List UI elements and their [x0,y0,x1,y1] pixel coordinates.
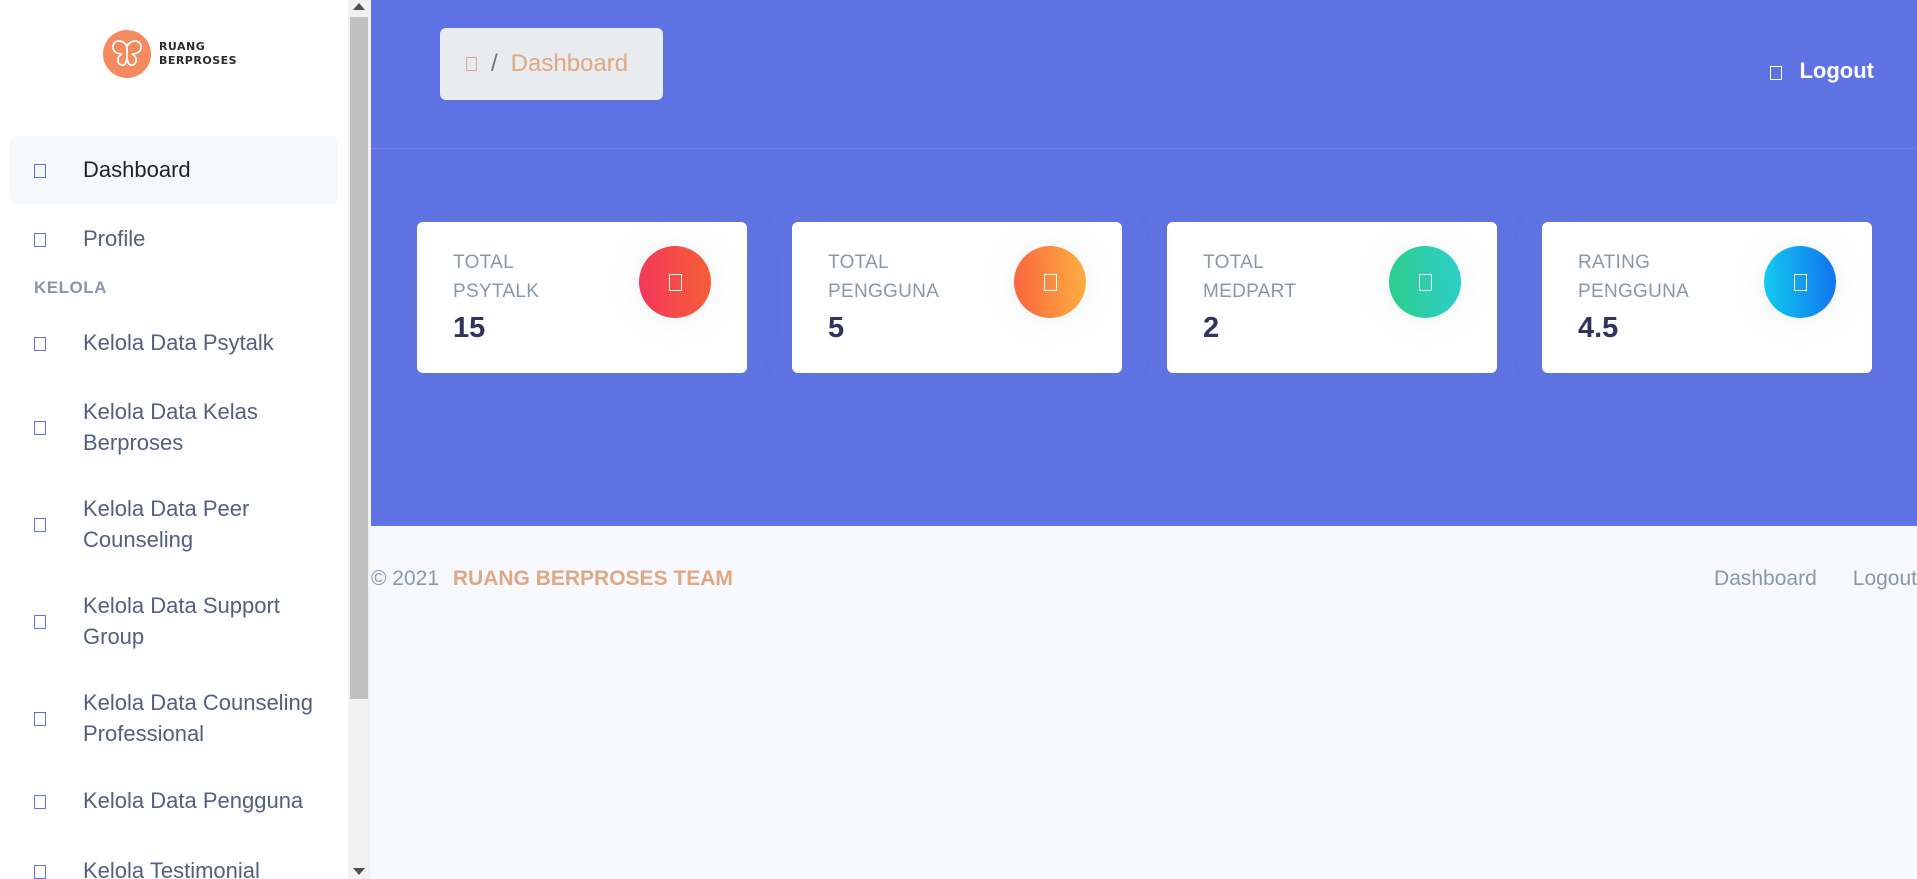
sidebar-nav: Dashboard Profile KELOLA Kelola Data Psy… [0,108,348,879]
sidebar-item-label: Kelola Data Peer Counseling [83,495,250,552]
sidebar-item-kelas-berproses[interactable]: Kelola Data Kelas Berproses [10,378,338,475]
home-icon[interactable] [466,57,477,71]
sidebar-item-peer-counseling[interactable]: Kelola Data Peer Counseling [10,475,338,572]
chat-icon [668,273,682,291]
scrollbar-thumb[interactable] [350,17,368,699]
butterfly-logo-icon [102,30,151,78]
stat-card-psytalk: TOTAL PSYTALK 15 [417,222,747,373]
scroll-down-arrow-icon[interactable] [353,868,365,875]
sidebar-item-label: Kelola Data Support Group [83,592,280,649]
footer-link-dashboard[interactable]: Dashboard [1714,567,1817,591]
sidebar-item-pengguna[interactable]: Kelola Data Pengguna [10,766,338,836]
stat-icon-circle [1014,246,1086,318]
logout-label: Logout [1799,58,1874,83]
logout-icon [1770,65,1783,80]
sidebar-heading-kelola: KELOLA [34,278,107,297]
sidebar-item-profile[interactable]: Profile [10,204,338,274]
footer: © 2021 RUANG BERPROSES TEAM Dashboard Lo… [371,567,1917,597]
stat-title: TOTAL MEDPART [1203,252,1297,302]
stat-card-rating: RATING PENGGUNA 4.5 [1542,222,1872,373]
brand-line1: RUANG [158,40,206,53]
stat-card-pengguna: TOTAL PENGGUNA 5 [792,222,1122,373]
users-icon [1043,273,1057,291]
sidebar-item-label: Kelola Testimonial [83,858,260,879]
stat-value: 2 [1203,312,1220,344]
sidebar-item-counseling-professional[interactable]: Kelola Data Counseling Professional [10,669,338,766]
stat-value: 5 [828,312,845,344]
brand-line2: BERPROSES [158,54,238,67]
stat-title: RATING PENGGUNA [1578,252,1690,302]
sidebar-item-dashboard[interactable]: Dashboard [10,136,338,204]
stat-value: 15 [453,312,486,344]
peer-icon [34,517,46,532]
stat-icon-circle [1389,246,1461,318]
copyright-text: © 2021 [371,567,440,590]
users-icon [34,795,46,809]
stat-title: TOTAL PSYTALK [453,252,540,302]
sidebar-item-label: Kelola Data Counseling Professional [83,689,313,746]
sidebar-item-support-group[interactable]: Kelola Data Support Group [10,572,338,669]
testimonial-icon [34,865,46,879]
logout-button[interactable]: Logout [1770,58,1874,84]
star-icon [1793,273,1807,291]
sidebar-item-psytalk[interactable]: Kelola Data Psytalk [10,308,338,378]
sidebar-scrollbar[interactable] [348,0,370,879]
breadcrumb-separator: / [491,50,498,77]
sidebar-item-label: Profile [83,226,146,251]
user-icon [34,233,46,247]
brand: RUANG BERPROSES [0,0,348,108]
sidebar: RUANG BERPROSES Dashboard Profile KELOLA… [0,0,348,879]
class-icon [34,420,46,435]
stat-icon-circle [639,246,711,318]
breadcrumb-current: Dashboard [510,50,629,77]
brand-logo-link[interactable]: RUANG BERPROSES [102,30,237,78]
stat-value: 4.5 [1578,312,1619,344]
stat-icon-circle [1764,246,1836,318]
scroll-up-arrow-icon[interactable] [353,3,365,10]
partner-icon [1418,273,1432,291]
group-icon [34,614,46,629]
stat-title: TOTAL PENGGUNA [828,252,940,302]
sidebar-item-label: Kelola Data Pengguna [83,788,304,813]
stat-card-medpart: TOTAL MEDPART 2 [1167,222,1497,373]
footer-copyright: © 2021 RUANG BERPROSES TEAM [371,567,733,591]
sidebar-item-label: Kelola Data Psytalk [83,330,274,355]
main-header: / Dashboard Logout TOTAL PSYTALK 15 TOTA… [371,0,1917,526]
chat-icon [34,337,46,351]
sidebar-item-label: Kelola Data Kelas Berproses [83,398,258,455]
footer-link-logout[interactable]: Logout [1853,567,1917,591]
header-divider [371,148,1917,149]
breadcrumb: / Dashboard [440,28,663,100]
professional-icon [34,711,46,726]
sidebar-item-testimonial[interactable]: Kelola Testimonial [10,836,338,879]
footer-links: Dashboard Logout [1714,567,1917,591]
tv-icon [34,164,46,178]
sidebar-item-label: Dashboard [83,157,191,182]
team-link[interactable]: RUANG BERPROSES TEAM [453,567,733,590]
brand-name: RUANG BERPROSES [159,40,237,68]
